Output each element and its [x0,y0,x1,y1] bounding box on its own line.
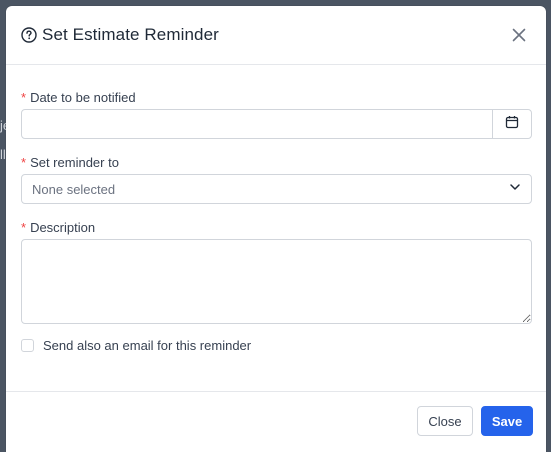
close-button[interactable]: Close [417,406,473,436]
reminder-select[interactable]: None selected [21,174,532,204]
required-marker: * [21,155,27,170]
reminder-modal: Set Estimate Reminder * Date to be notifi… [6,6,546,452]
chevron-down-icon [509,180,521,198]
save-button[interactable]: Save [481,406,533,436]
reminder-label-text: Set reminder to [30,155,119,170]
date-label-text: Date to be notified [30,90,136,105]
modal-title-group: Set Estimate Reminder [21,25,219,45]
date-label: * Date to be notified [21,90,136,105]
email-checkbox[interactable] [21,339,34,352]
question-circle-icon [21,27,37,43]
date-field-group [21,109,532,139]
calendar-icon [505,115,519,134]
date-input[interactable] [22,110,492,138]
background-fragment: ll [0,147,6,162]
modal-header: Set Estimate Reminder [6,6,546,65]
modal-footer: Close Save [6,391,546,452]
modal-title: Set Estimate Reminder [42,25,219,44]
description-label: * Description [21,220,95,235]
reminder-select-value: None selected [32,181,116,197]
required-marker: * [21,90,27,105]
email-checkbox-label: Send also an email for this reminder [43,338,252,353]
email-checkbox-row[interactable]: Send also an email for this reminder [21,338,251,353]
description-textarea[interactable] [21,239,532,324]
calendar-button[interactable] [492,110,531,138]
description-label-text: Description [30,220,96,235]
reminder-label: * Set reminder to [21,155,119,170]
required-marker: * [21,220,27,235]
close-icon[interactable] [510,26,528,44]
